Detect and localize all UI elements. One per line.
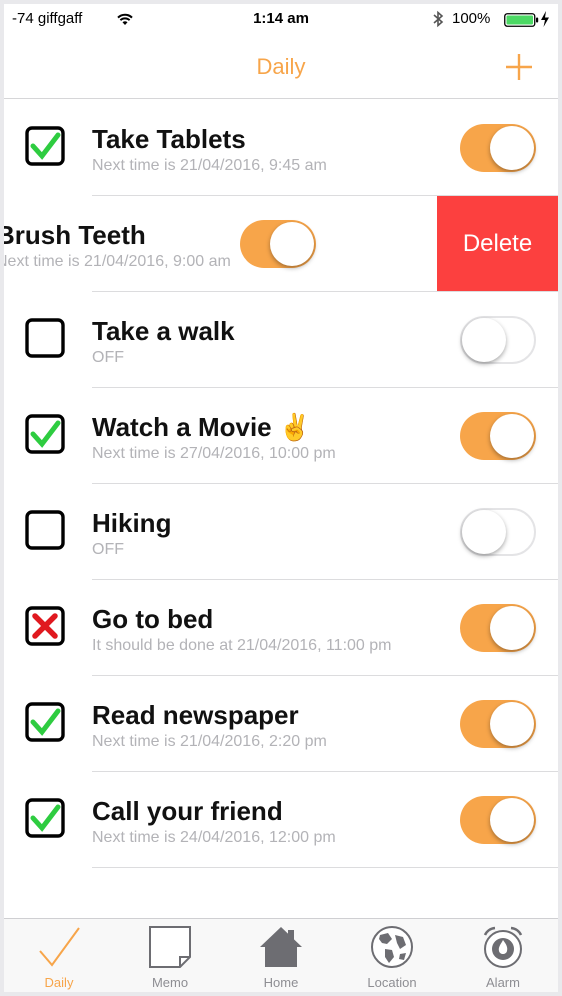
checked-box-icon [25, 798, 65, 838]
task-row-content: Watch a Movie ✌️ Next time is 27/04/2016… [4, 388, 558, 484]
task-row-content: Call your friend Next time is 24/04/2016… [4, 772, 558, 868]
task-row[interactable]: Take a walk OFF [4, 292, 558, 388]
task-checkbox[interactable] [25, 702, 65, 742]
task-title: Go to bed [92, 604, 214, 634]
checked-box-icon [25, 126, 65, 166]
checked-box-icon [25, 414, 65, 454]
task-checkbox[interactable] [25, 126, 65, 166]
task-next-time: Next time is 27/04/2016, 10:00 pm [92, 445, 336, 462]
toggle-knob [490, 606, 534, 650]
empty-box-icon [25, 318, 65, 358]
task-due-time: It should be done at 21/04/2016, 11:00 p… [92, 637, 392, 654]
empty-box-icon [25, 510, 65, 550]
page-title: Daily [256, 54, 306, 79]
tab-label: Alarm [486, 975, 520, 990]
tab-label: Daily [44, 975, 74, 990]
tab-location[interactable]: Location [337, 919, 447, 992]
task-title: Watch a Movie ✌️ [92, 412, 312, 442]
task-toggle-switch[interactable] [460, 124, 536, 172]
task-row-content: Read newspaper Next time is 21/04/2016, … [4, 676, 558, 772]
status-bar: -74 giffgaff 1:14 am 100% [4, 4, 558, 34]
task-checkbox[interactable] [25, 414, 65, 454]
tab-label: Location [367, 975, 417, 990]
task-toggle-switch[interactable] [460, 700, 536, 748]
battery-icon [504, 13, 540, 31]
toggle-knob [270, 222, 314, 266]
task-row-content: Take a walk OFF [4, 292, 558, 388]
missed-cross-box-icon [25, 606, 65, 646]
checkmark-icon [37, 925, 81, 969]
task-title: Call your friend [92, 796, 283, 826]
toggle-knob [462, 510, 506, 554]
globe-icon [370, 925, 414, 969]
tab-alarm[interactable]: Alarm [448, 919, 558, 992]
task-row[interactable]: Hiking OFF [4, 484, 558, 580]
task-title: Brush Teeth [4, 220, 146, 250]
task-checkbox[interactable] [25, 510, 65, 550]
task-title: Read newspaper [92, 700, 299, 730]
house-icon [259, 925, 303, 969]
tab-label: Memo [151, 975, 189, 990]
navigation-bar: Daily [4, 34, 558, 99]
tab-bar: Daily Memo Home Location Alarm [4, 918, 558, 992]
task-status-off: OFF [92, 541, 124, 558]
task-next-time: Next time is 21/04/2016, 2:20 pm [92, 733, 327, 750]
charging-bolt-icon [540, 11, 550, 31]
task-row[interactable]: Call your friend Next time is 24/04/2016… [4, 772, 558, 868]
delete-button[interactable]: Delete [437, 196, 558, 292]
task-toggle-switch[interactable] [460, 412, 536, 460]
task-toggle-switch[interactable] [460, 316, 536, 364]
alarm-icon [481, 925, 525, 969]
task-next-time: Next time is 24/04/2016, 12:00 pm [92, 829, 336, 846]
task-toggle-switch[interactable] [460, 508, 536, 556]
app-screen: -74 giffgaff 1:14 am 100% Daily Take Tab… [4, 4, 558, 992]
task-row[interactable]: Take Tablets Next time is 21/04/2016, 9:… [4, 100, 558, 196]
checked-box-icon [25, 702, 65, 742]
task-row-swiped[interactable]: Brush Teeth Next time is 21/04/2016, 9:0… [4, 196, 558, 292]
task-title: Hiking [92, 508, 172, 538]
tab-daily[interactable]: Daily [4, 919, 114, 992]
task-row[interactable]: Go to bed It should be done at 21/04/201… [4, 580, 558, 676]
battery-percentage: 100% [452, 10, 491, 27]
task-row-content: Hiking OFF [4, 484, 558, 580]
row-divider [92, 867, 558, 868]
task-toggle-switch[interactable] [460, 604, 536, 652]
toggle-knob [490, 126, 534, 170]
tab-home[interactable]: Home [226, 919, 336, 992]
toggle-knob [462, 318, 506, 362]
task-next-time: Next time is 21/04/2016, 9:00 am [4, 253, 231, 270]
task-checkbox[interactable] [25, 798, 65, 838]
toggle-knob [490, 414, 534, 458]
tab-label: Home [263, 975, 299, 990]
plus-icon [506, 54, 532, 80]
bluetooth-icon [432, 10, 444, 32]
toggle-knob [490, 798, 534, 842]
task-title: Take a walk [92, 316, 235, 346]
add-task-button[interactable] [504, 52, 534, 82]
task-row[interactable]: Watch a Movie ✌️ Next time is 27/04/2016… [4, 388, 558, 484]
task-row-content: Take Tablets Next time is 21/04/2016, 9:… [4, 100, 558, 196]
memo-note-icon [148, 925, 192, 969]
task-row[interactable]: Read newspaper Next time is 21/04/2016, … [4, 676, 558, 772]
task-toggle-switch[interactable] [240, 220, 316, 268]
task-row-content: Go to bed It should be done at 21/04/201… [4, 580, 558, 676]
task-status-off: OFF [92, 349, 124, 366]
tab-memo[interactable]: Memo [115, 919, 225, 992]
task-next-time: Next time is 21/04/2016, 9:45 am [92, 157, 327, 174]
task-toggle-switch[interactable] [460, 796, 536, 844]
task-checkbox[interactable] [25, 318, 65, 358]
toggle-knob [490, 702, 534, 746]
task-row-content: Brush Teeth Next time is 21/04/2016, 9:0… [4, 196, 462, 292]
task-checkbox[interactable] [25, 606, 65, 646]
task-title: Take Tablets [92, 124, 246, 154]
